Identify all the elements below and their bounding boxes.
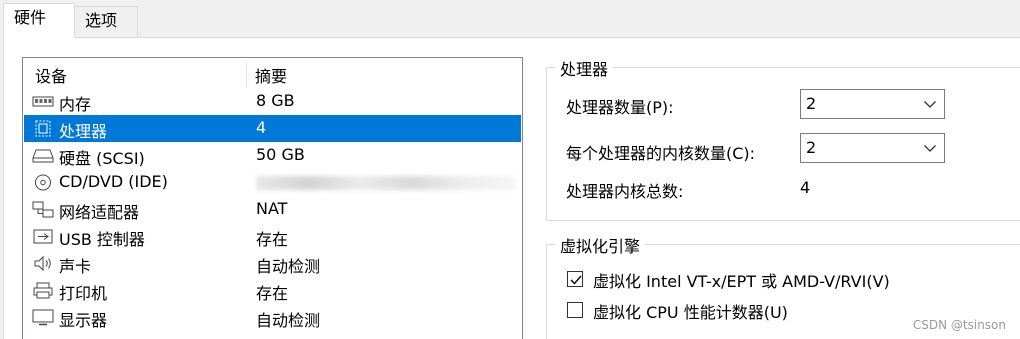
- device-name: 网络适配器: [59, 203, 140, 222]
- device-row-printer[interactable]: 打印机 存在: [24, 277, 521, 304]
- tab-hardware-label: 硬件: [14, 8, 47, 27]
- device-name: 打印机: [59, 284, 108, 303]
- watermark: CSDN @tsinson: [912, 318, 1006, 332]
- device-name: 硬盘 (SCSI): [59, 149, 145, 168]
- device-row-cd-dvd[interactable]: CD/DVD (IDE): [24, 169, 521, 196]
- device-name: 处理器: [59, 122, 108, 141]
- device-name: USB 控制器: [59, 230, 145, 249]
- chevron-down-icon: [922, 96, 938, 112]
- device-name: 内存: [59, 95, 92, 114]
- device-list-header: 设备 摘要: [23, 58, 522, 88]
- memory-icon: [32, 93, 54, 110]
- column-separator[interactable]: [246, 61, 247, 88]
- chevron-down-icon: [922, 140, 938, 156]
- cores-per-processor-select[interactable]: 2: [800, 133, 945, 163]
- hard-disk-icon: [32, 147, 54, 164]
- processor-count-label: 处理器数量(P):: [566, 98, 674, 117]
- checkmark-icon: [570, 275, 582, 285]
- device-row-processor[interactable]: 处理器 4: [24, 115, 521, 142]
- cd-dvd-icon: [32, 174, 54, 191]
- processor-count-select[interactable]: 2: [800, 89, 945, 119]
- cores-per-processor-label: 每个处理器的内核数量(C):: [566, 144, 756, 163]
- device-summary: 存在: [256, 284, 289, 303]
- device-summary: 存在: [256, 230, 289, 249]
- total-cores-label: 处理器内核总数:: [566, 182, 684, 201]
- usb-icon: [32, 228, 54, 245]
- cpu-performance-counters-label[interactable]: 虚拟化 CPU 性能计数器(U): [593, 299, 788, 323]
- processor-icon: [32, 120, 54, 137]
- device-list[interactable]: 设备 摘要 内存 8 GB 处理器 4 硬盘 (SCSI) 50 GB CD/D…: [22, 57, 523, 339]
- vtx-label[interactable]: 虚拟化 Intel VT-x/EPT 或 AMD-V/RVI(V): [593, 268, 890, 292]
- printer-icon: [32, 282, 54, 299]
- cpu-performance-counters-checkbox[interactable]: [567, 302, 583, 318]
- device-summary: 自动检测: [256, 311, 321, 330]
- column-header-device[interactable]: 设备: [35, 63, 67, 87]
- monitor-icon: [32, 309, 54, 326]
- device-row-hard-disk[interactable]: 硬盘 (SCSI) 50 GB: [24, 142, 521, 169]
- device-summary: 8 GB: [256, 91, 295, 110]
- device-name: CD/DVD (IDE): [59, 172, 168, 191]
- cores-per-processor-value: 2: [806, 138, 817, 157]
- total-cores-value: 4: [800, 178, 811, 197]
- network-adapter-icon: [32, 201, 54, 218]
- device-summary: 50 GB: [256, 145, 305, 164]
- device-row-usb-controller[interactable]: USB 控制器 存在: [24, 223, 521, 250]
- device-summary: NAT: [256, 199, 288, 218]
- device-summary: 4: [256, 118, 267, 137]
- tab-hardware[interactable]: 硬件: [3, 3, 75, 38]
- device-row-network-adapter[interactable]: 网络适配器 NAT: [24, 196, 521, 223]
- device-row-display[interactable]: 显示器 自动检测: [24, 304, 521, 331]
- device-name: 显示器: [59, 311, 108, 330]
- device-name: 声卡: [59, 257, 92, 276]
- tab-options[interactable]: 选项: [74, 6, 138, 36]
- device-summary: 自动检测: [256, 257, 321, 276]
- virtualization-group-title: 虚拟化引擎: [555, 233, 646, 257]
- column-header-summary[interactable]: 摘要: [255, 63, 287, 87]
- tab-bar: 选项 硬件: [0, 0, 1020, 38]
- processor-group-title: 处理器: [555, 56, 614, 80]
- vtx-checkbox[interactable]: [567, 271, 583, 287]
- speaker-icon: [32, 255, 54, 272]
- processor-count-value: 2: [806, 94, 817, 113]
- device-row-memory[interactable]: 内存 8 GB: [24, 88, 521, 115]
- device-row-sound-card[interactable]: 声卡 自动检测: [24, 250, 521, 277]
- tab-options-label: 选项: [85, 11, 118, 30]
- blurred-summary: [256, 176, 516, 190]
